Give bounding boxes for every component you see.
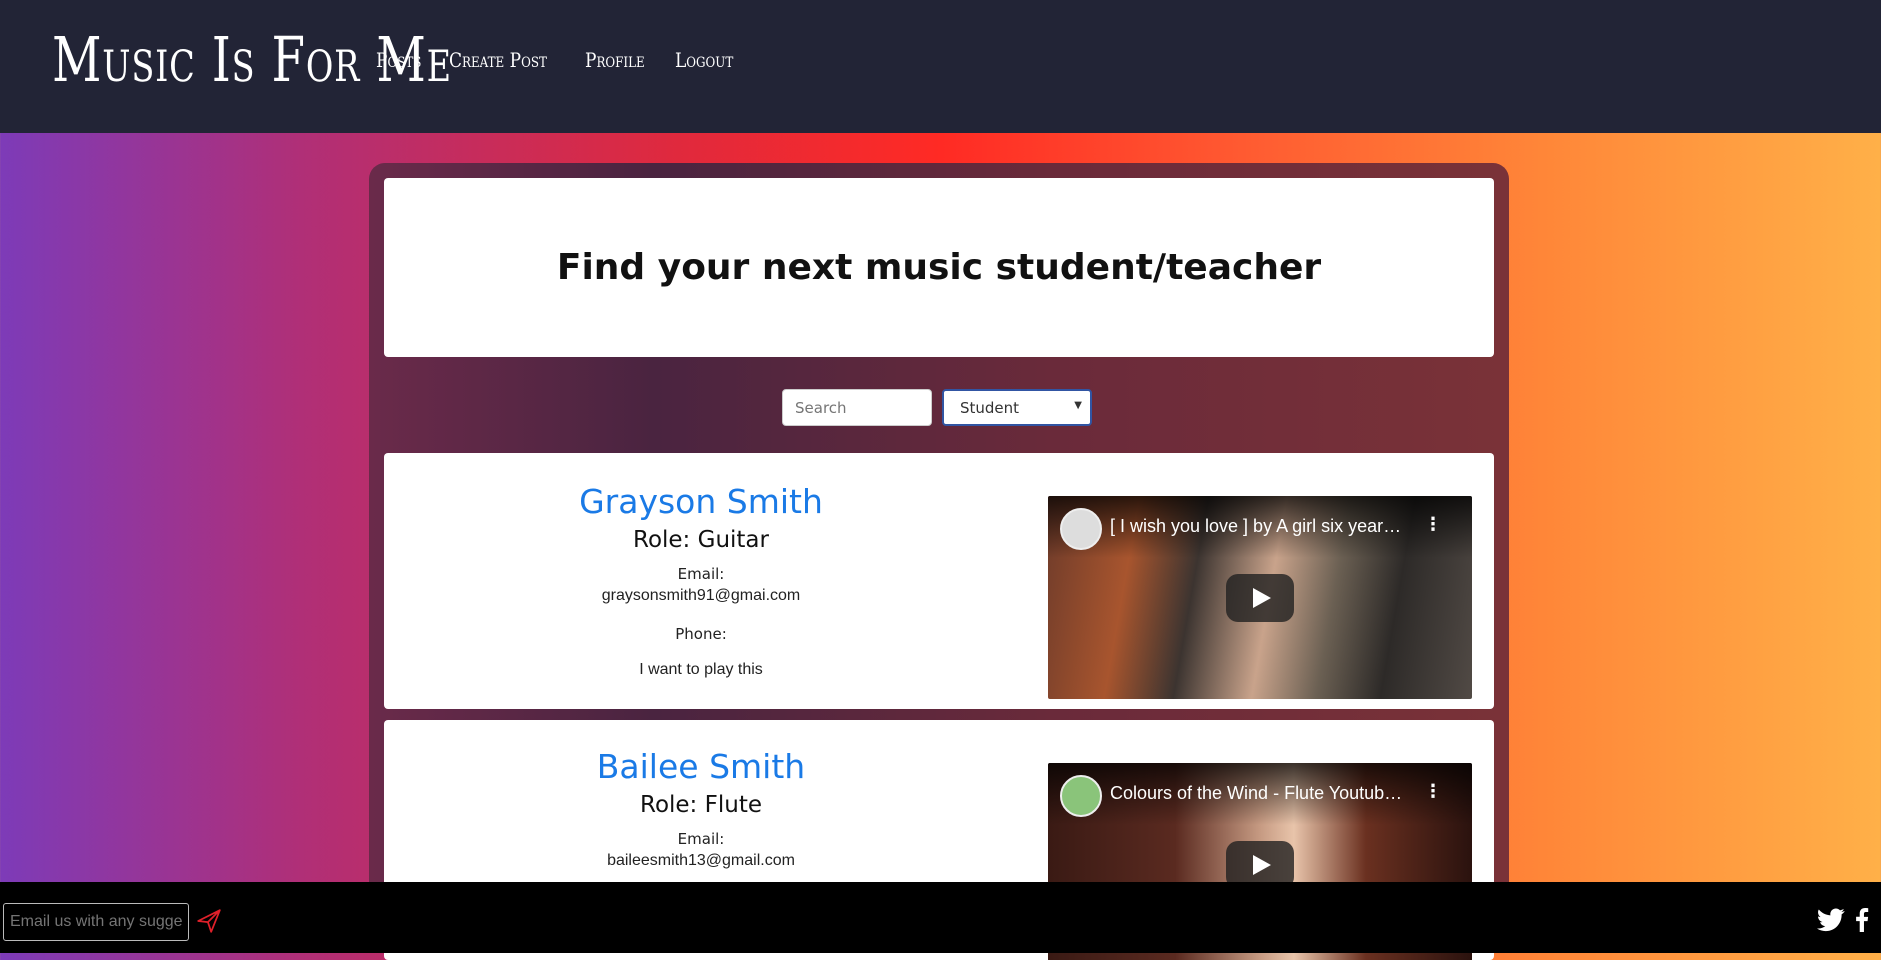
nav-create-post[interactable]: Create Post	[449, 48, 547, 72]
main-panel: Find your next music student/teacher Stu…	[369, 163, 1509, 960]
page-title: Find your next music student/teacher	[556, 247, 1322, 288]
nav-profile[interactable]: Profile	[585, 48, 645, 72]
post-name-link[interactable]: Bailee Smith	[384, 744, 1018, 790]
email-value: baileesmith13@gmail.com	[607, 852, 795, 869]
video-title[interactable]: Colours of the Wind - Flute Youtube ...	[1110, 783, 1410, 804]
email-label: Email:	[677, 830, 725, 848]
hero-box: Find your next music student/teacher	[384, 178, 1494, 357]
social-links	[1817, 908, 1869, 932]
post-card: Grayson Smith Role: Guitar Email: grayso…	[384, 453, 1494, 709]
channel-avatar[interactable]	[1060, 508, 1102, 550]
suggestion-email-input[interactable]	[3, 903, 189, 941]
play-button[interactable]	[1226, 574, 1294, 622]
more-options-icon[interactable]: ⋮	[1424, 781, 1442, 802]
more-options-icon[interactable]: ⋮	[1424, 514, 1442, 535]
send-icon[interactable]	[196, 908, 222, 934]
phone-label: Phone:	[675, 625, 727, 643]
post-description: I want to play this	[639, 661, 763, 678]
facebook-icon[interactable]	[1855, 908, 1869, 932]
filter-bar: Student ▼	[782, 389, 1092, 426]
channel-avatar[interactable]	[1060, 775, 1102, 817]
video-title[interactable]: [ I wish you love ] by A girl six years …	[1110, 516, 1410, 537]
email-label: Email:	[677, 565, 725, 583]
nav-logout[interactable]: Logout	[675, 48, 733, 72]
role-select[interactable]: Student ▼	[942, 389, 1092, 426]
post-info: Bailee Smith Role: Flute Email: baileesm…	[384, 744, 1018, 870]
email-value: graysonsmith91@gmai.com	[601, 587, 801, 604]
post-role: Role: Flute	[640, 792, 762, 818]
post-name-link[interactable]: Grayson Smith	[384, 479, 1018, 525]
video-embed[interactable]: [ I wish you love ] by A girl six years …	[1048, 496, 1472, 699]
role-select-value: Student	[960, 398, 1020, 417]
main-nav: Posts Create Post Profile Logout	[376, 48, 743, 72]
chevron-down-icon: ▼	[1074, 400, 1082, 411]
post-role: Role: Guitar	[633, 527, 769, 553]
search-input[interactable]	[782, 389, 932, 426]
twitter-icon[interactable]	[1817, 908, 1845, 932]
footer	[0, 882, 1881, 953]
nav-posts[interactable]: Posts	[376, 48, 421, 72]
top-navbar: Music Is For Me Posts Create Post Profil…	[0, 0, 1881, 133]
post-info: Grayson Smith Role: Guitar Email: grayso…	[384, 479, 1018, 679]
